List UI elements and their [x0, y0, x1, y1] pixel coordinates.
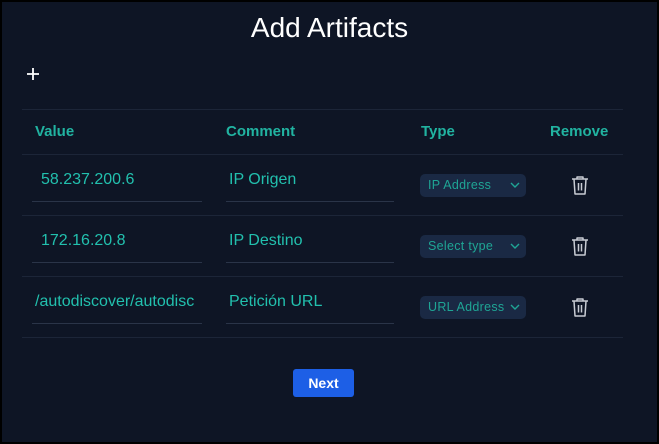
type-select[interactable]: URL Address [420, 296, 526, 319]
divider [22, 337, 623, 338]
trash-icon[interactable] [571, 175, 589, 195]
table-header: Value Comment Type Remove [22, 110, 623, 154]
comment-input[interactable]: IP Origen [226, 168, 394, 202]
comment-input[interactable]: IP Destino [226, 229, 394, 263]
header-value: Value [35, 123, 75, 140]
header-comment: Comment [226, 123, 296, 140]
table-row: 58.237.200.6 IP Origen IP Address [22, 155, 623, 215]
table-row: /autodiscover/autodisc Petición URL URL … [22, 277, 623, 337]
comment-input[interactable]: Petición URL [226, 290, 394, 324]
type-select-value: URL Address [428, 300, 505, 314]
chevron-down-icon [510, 243, 520, 249]
header-remove: Remove [550, 123, 609, 140]
table-row: 172.16.20.8 IP Destino Select type [22, 216, 623, 276]
trash-icon[interactable] [571, 236, 589, 256]
value-input[interactable]: 172.16.20.8 [32, 229, 202, 263]
dialog-title: Add Artifacts [250, 12, 409, 43]
trash-icon[interactable] [571, 297, 589, 317]
type-select-value: IP Address [428, 178, 492, 192]
plus-icon [27, 68, 39, 80]
add-artifact-button[interactable] [22, 63, 44, 85]
value-input[interactable]: 58.237.200.6 [32, 168, 202, 202]
value-input[interactable]: /autodiscover/autodisc [32, 290, 202, 324]
artifacts-table: Value Comment Type Remove 58.237.200.6 I… [22, 109, 623, 338]
type-select-value: Select type [428, 239, 494, 253]
add-artifacts-dialog: Add Artifacts Value Comment Type Remove … [0, 0, 659, 444]
chevron-down-icon [510, 182, 520, 188]
type-select[interactable]: Select type [420, 235, 526, 258]
header-type: Type [421, 123, 455, 140]
chevron-down-icon [510, 304, 520, 310]
type-select[interactable]: IP Address [420, 174, 526, 197]
next-button[interactable]: Next [293, 369, 354, 397]
